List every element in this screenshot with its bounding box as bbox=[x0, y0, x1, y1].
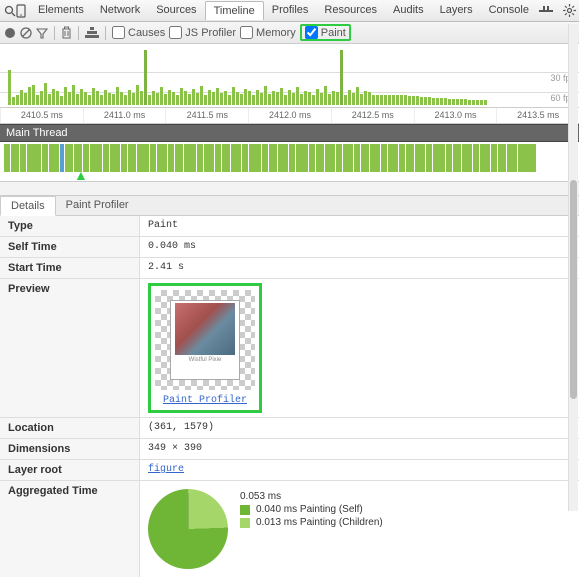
row-preview-k: Preview bbox=[0, 279, 140, 417]
record-icon[interactable] bbox=[4, 27, 16, 39]
jsprofiler-checkbox[interactable]: JS Profiler bbox=[169, 26, 236, 39]
gc-icon[interactable] bbox=[61, 26, 72, 39]
row-type-v: Paint bbox=[140, 216, 579, 236]
mainthread-track[interactable]: ▲ bbox=[0, 142, 579, 182]
causes-checkbox[interactable]: Causes bbox=[112, 26, 165, 39]
scrollbar[interactable] bbox=[568, 24, 578, 511]
aggtime-children: 0.013 ms Painting (Children) bbox=[256, 517, 383, 528]
preview-thumb-bg: Wistful Pixie bbox=[155, 290, 255, 390]
tab-audits[interactable]: Audits bbox=[385, 1, 432, 20]
timeline-overview[interactable]: 30 fps 60 fps 2410.5 ms2411.0 ms2411.5 m… bbox=[0, 44, 579, 124]
timeline-toolbar: Causes JS Profiler Memory Paint bbox=[0, 22, 579, 44]
paint-profiler-link[interactable]: Paint Profiler bbox=[163, 395, 247, 406]
aggtime-total: 0.053 ms bbox=[240, 491, 383, 502]
row-selftime-v: 0.040 ms bbox=[140, 237, 579, 257]
row-layerroot-v: figure bbox=[140, 460, 579, 480]
row-preview-v: Wistful Pixie Paint Profiler bbox=[140, 279, 579, 417]
row-layerroot-k: Layer root bbox=[0, 460, 140, 480]
separator bbox=[78, 26, 79, 40]
spacer bbox=[0, 182, 579, 196]
flame-icon[interactable] bbox=[85, 27, 99, 39]
tab-resources[interactable]: Resources bbox=[316, 1, 385, 20]
row-dimensions-k: Dimensions bbox=[0, 439, 140, 459]
row-selftime-k: Self Time bbox=[0, 237, 140, 257]
selection-arrow-icon: ▲ bbox=[74, 167, 88, 183]
preview-image bbox=[175, 303, 235, 355]
memory-label: Memory bbox=[256, 27, 296, 39]
aggtime-legend: 0.053 ms 0.040 ms Painting (Self) 0.013 … bbox=[240, 489, 383, 530]
device-icon[interactable] bbox=[16, 2, 26, 20]
panel-tabs: Elements Network Sources Timeline Profil… bbox=[30, 1, 537, 20]
paint-label: Paint bbox=[321, 27, 346, 39]
aggtime-self: 0.040 ms Painting (Self) bbox=[256, 504, 363, 515]
paint-checkbox[interactable]: Paint bbox=[305, 26, 346, 39]
swatch-self bbox=[240, 505, 250, 515]
tab-console[interactable]: Console bbox=[481, 1, 537, 20]
preview-highlight: Wistful Pixie Paint Profiler bbox=[148, 283, 262, 413]
tab-timeline[interactable]: Timeline bbox=[205, 1, 264, 20]
tab-elements[interactable]: Elements bbox=[30, 1, 92, 20]
swatch-children bbox=[240, 518, 250, 528]
row-starttime-v: 2.41 s bbox=[140, 258, 579, 278]
row-aggtime-v: 0.053 ms 0.040 ms Painting (Self) 0.013 … bbox=[140, 481, 579, 577]
topbar-right bbox=[537, 2, 579, 20]
memory-checkbox[interactable]: Memory bbox=[240, 26, 296, 39]
overview-bars bbox=[8, 50, 571, 105]
filter-icon[interactable] bbox=[36, 27, 48, 39]
tab-layers[interactable]: Layers bbox=[432, 1, 481, 20]
preview-caption: Wistful Pixie bbox=[189, 357, 222, 363]
jsprofiler-label: JS Profiler bbox=[185, 27, 236, 39]
row-starttime-k: Start Time bbox=[0, 258, 140, 278]
row-aggtime-k: Aggregated Time bbox=[0, 481, 140, 577]
layer-root-link[interactable]: figure bbox=[148, 464, 184, 475]
row-location-k: Location bbox=[0, 418, 140, 438]
aggtime-pie bbox=[148, 489, 228, 569]
drawer-icon[interactable] bbox=[537, 2, 555, 20]
paint-highlight: Paint bbox=[300, 24, 351, 41]
details-subtabs: Details Paint Profiler bbox=[0, 196, 579, 216]
mainthread-header: Main Thread bbox=[0, 124, 579, 142]
separator bbox=[105, 26, 106, 40]
subtab-paint-profiler[interactable]: Paint Profiler bbox=[56, 196, 139, 215]
tab-network[interactable]: Network bbox=[92, 1, 148, 20]
preview-thumb: Wistful Pixie bbox=[170, 300, 240, 380]
row-location-v: (361, 1579) bbox=[140, 418, 579, 438]
subtab-details[interactable]: Details bbox=[0, 196, 56, 216]
row-type-k: Type bbox=[0, 216, 140, 236]
scrollbar-thumb[interactable] bbox=[570, 180, 577, 399]
separator bbox=[54, 26, 55, 40]
details-panel: TypePaint Self Time0.040 ms Start Time2.… bbox=[0, 216, 579, 577]
causes-label: Causes bbox=[128, 27, 165, 39]
tab-profiles[interactable]: Profiles bbox=[264, 1, 317, 20]
row-dimensions-v: 349 × 390 bbox=[140, 439, 579, 459]
clear-icon[interactable] bbox=[20, 27, 32, 39]
search-icon[interactable] bbox=[4, 2, 16, 20]
devtools-topbar: Elements Network Sources Timeline Profil… bbox=[0, 0, 579, 22]
overview-ruler: 2410.5 ms2411.0 ms2411.5 ms2412.0 ms2412… bbox=[0, 107, 579, 123]
gear-icon[interactable] bbox=[561, 2, 579, 20]
tab-sources[interactable]: Sources bbox=[148, 1, 204, 20]
